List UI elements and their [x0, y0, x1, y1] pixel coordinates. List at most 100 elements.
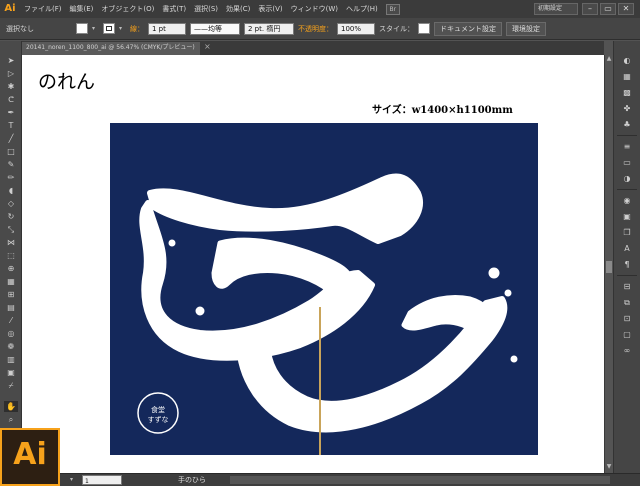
artboards-icon[interactable]: ▢	[621, 329, 633, 340]
opacity-field[interactable]: 100%	[337, 22, 375, 35]
symbol-sprayer-icon[interactable]: ❁	[4, 341, 18, 352]
stroke-panel-icon[interactable]: ≡	[621, 141, 633, 152]
color-panel-icon[interactable]: ◐	[621, 55, 633, 66]
bridge-button[interactable]: Br	[385, 3, 400, 15]
eyedropper-icon[interactable]: ⁄	[4, 315, 18, 326]
stroke-label[interactable]: 線：	[130, 24, 144, 34]
maximize-button[interactable]: ▭	[600, 3, 616, 15]
menu-select[interactable]: 選択(S)	[190, 0, 222, 18]
seal-line-1: 食堂	[151, 405, 165, 414]
tools-panel: ➤ ▷ ✱ ᕦ ✒ T ╱ □ ✎ ✏ ◖ ◇ ↻ ⤡ ⋈ ⬚ ⊕ ▦ ⊞ ▤ …	[0, 41, 22, 436]
shape-builder-icon[interactable]: ⊕	[4, 263, 18, 274]
document-tab-strip: 20141_noren_1100_800_ai @ 56.47% (CMYK/プ…	[22, 41, 604, 55]
illustrator-logo-badge: Ai	[0, 428, 60, 486]
links-icon[interactable]: ∞	[621, 345, 633, 356]
blob-brush-icon[interactable]: ◖	[4, 185, 18, 196]
symbols-icon[interactable]: ♣	[621, 119, 633, 130]
selection-icon[interactable]: ➤	[4, 55, 18, 66]
workspace-switcher[interactable]: 初期設定	[534, 3, 578, 15]
layers-icon[interactable]: ❐	[621, 227, 633, 238]
appearance-icon[interactable]: ◉	[621, 195, 633, 206]
size-label: サイズ：w1400×h1100mm	[372, 105, 513, 116]
swatches-icon[interactable]: ▩	[621, 87, 633, 98]
artboard-icon[interactable]: ▣	[4, 367, 18, 378]
perspective-icon[interactable]: ▦	[4, 276, 18, 287]
menu-file[interactable]: ファイル(F)	[20, 0, 66, 18]
fill-dropdown-icon[interactable]: ▾	[92, 23, 99, 34]
pathfinder-icon[interactable]: ⧉	[621, 297, 633, 308]
shop-seal-logo: 食堂 すずな	[137, 392, 179, 434]
eraser-icon[interactable]: ◇	[4, 198, 18, 209]
width-icon[interactable]: ⋈	[4, 237, 18, 248]
lasso-icon[interactable]: ᕦ	[4, 94, 18, 105]
stroke-dropdown-icon[interactable]: ▾	[119, 23, 126, 34]
paragraph-icon[interactable]: ¶	[621, 259, 633, 270]
stroke-profile-value: 均等	[208, 24, 222, 33]
page-title: のれん	[38, 71, 96, 93]
panel-dock: ◐ ▦ ▩ ✤ ♣ ≡ ▭ ◑ ◉ ▣ ❐ A ¶ ⊟ ⧉ ⊡ ▢ ∞	[613, 41, 640, 473]
blend-icon[interactable]: ◎	[4, 328, 18, 339]
rectangle-icon[interactable]: □	[4, 146, 18, 157]
scroll-up-icon[interactable]: ▲	[605, 55, 613, 63]
artboard-canvas[interactable]: のれん サイズ：w1400×h1100mm 食堂 すずな	[22, 55, 604, 473]
pencil-icon[interactable]: ✏	[4, 172, 18, 183]
minimize-button[interactable]: –	[582, 3, 598, 15]
transparency-icon[interactable]: ◑	[621, 173, 633, 184]
tab-close-icon[interactable]: ×	[204, 42, 211, 51]
stroke-profile-select[interactable]: ——均等	[190, 22, 240, 35]
illustrator-window: Ai ファイル(F) 編集(E) オブジェクト(O) 書式(T) 選択(S) 効…	[0, 0, 640, 486]
menu-type[interactable]: 書式(T)	[158, 0, 190, 18]
slice-icon[interactable]: ⌿	[4, 380, 18, 391]
zoom-icon[interactable]: ⌕	[4, 414, 18, 425]
graphic-styles-icon[interactable]: ▣	[621, 211, 633, 222]
rotate-icon[interactable]: ↻	[4, 211, 18, 222]
mesh-icon[interactable]: ⊞	[4, 289, 18, 300]
dock-separator	[617, 189, 637, 190]
menu-object[interactable]: オブジェクト(O)	[97, 0, 158, 18]
preferences-button[interactable]: 環境設定	[506, 21, 546, 36]
free-transform-icon[interactable]: ⬚	[4, 250, 18, 261]
pen-icon[interactable]: ✒	[4, 107, 18, 118]
control-bar: 選択なし ▾ ▾ 線： 1 pt ——均等 2 pt. 楕円 不透明度： 100…	[0, 18, 640, 40]
line-icon[interactable]: ╱	[4, 133, 18, 144]
gradient-icon[interactable]: ▤	[4, 302, 18, 313]
color-guide-icon[interactable]: ▦	[621, 71, 633, 82]
column-graph-icon[interactable]: ▥	[4, 354, 18, 365]
horizontal-scrollbar[interactable]	[230, 476, 610, 484]
hand-icon[interactable]: ✋	[4, 401, 18, 412]
page-number: 1	[85, 478, 89, 485]
scale-icon[interactable]: ⤡	[4, 224, 18, 235]
menu-help[interactable]: ヘルプ(H)	[342, 0, 382, 18]
direct-selection-icon[interactable]: ▷	[4, 68, 18, 79]
brush-select[interactable]: 2 pt. 楕円	[244, 22, 294, 35]
fill-swatch[interactable]	[76, 23, 88, 34]
paintbrush-icon[interactable]: ✎	[4, 159, 18, 170]
gradient-panel-icon[interactable]: ▭	[621, 157, 633, 168]
menu-edit[interactable]: 編集(E)	[66, 0, 98, 18]
align-icon[interactable]: ⊟	[621, 281, 633, 292]
opacity-label[interactable]: 不透明度：	[298, 24, 333, 34]
zoom-dropdown-icon[interactable]: ▾	[70, 476, 80, 485]
stroke-swatch[interactable]	[103, 23, 115, 34]
noren-artwork[interactable]: 食堂 すずな	[110, 123, 538, 455]
page-field[interactable]: 1	[82, 475, 122, 485]
menu-window[interactable]: ウィンドウ(W)	[287, 0, 342, 18]
dock-separator	[617, 275, 637, 276]
magic-wand-icon[interactable]: ✱	[4, 81, 18, 92]
character-icon[interactable]: A	[621, 243, 633, 254]
vertical-scrollbar[interactable]: ▲ ▼	[604, 55, 613, 473]
scroll-down-icon[interactable]: ▼	[605, 463, 613, 471]
graphic-style-swatch[interactable]	[418, 23, 430, 34]
brushes-icon[interactable]: ✤	[621, 103, 633, 114]
document-setup-button[interactable]: ドキュメント設定	[434, 21, 502, 36]
stroke-width-field[interactable]: 1 pt	[148, 22, 186, 35]
close-window-button[interactable]: ✕	[618, 3, 634, 15]
document-tab[interactable]: 20141_noren_1100_800_ai @ 56.47% (CMYK/プ…	[22, 42, 200, 55]
menu-effect[interactable]: 効果(C)	[222, 0, 254, 18]
menu-view[interactable]: 表示(V)	[254, 0, 286, 18]
seal-line-2: すずな	[148, 415, 169, 424]
transform-icon[interactable]: ⊡	[621, 313, 633, 324]
current-tool-label: 手のひら	[178, 476, 206, 484]
scroll-thumb[interactable]	[606, 261, 612, 273]
type-icon[interactable]: T	[4, 120, 18, 131]
